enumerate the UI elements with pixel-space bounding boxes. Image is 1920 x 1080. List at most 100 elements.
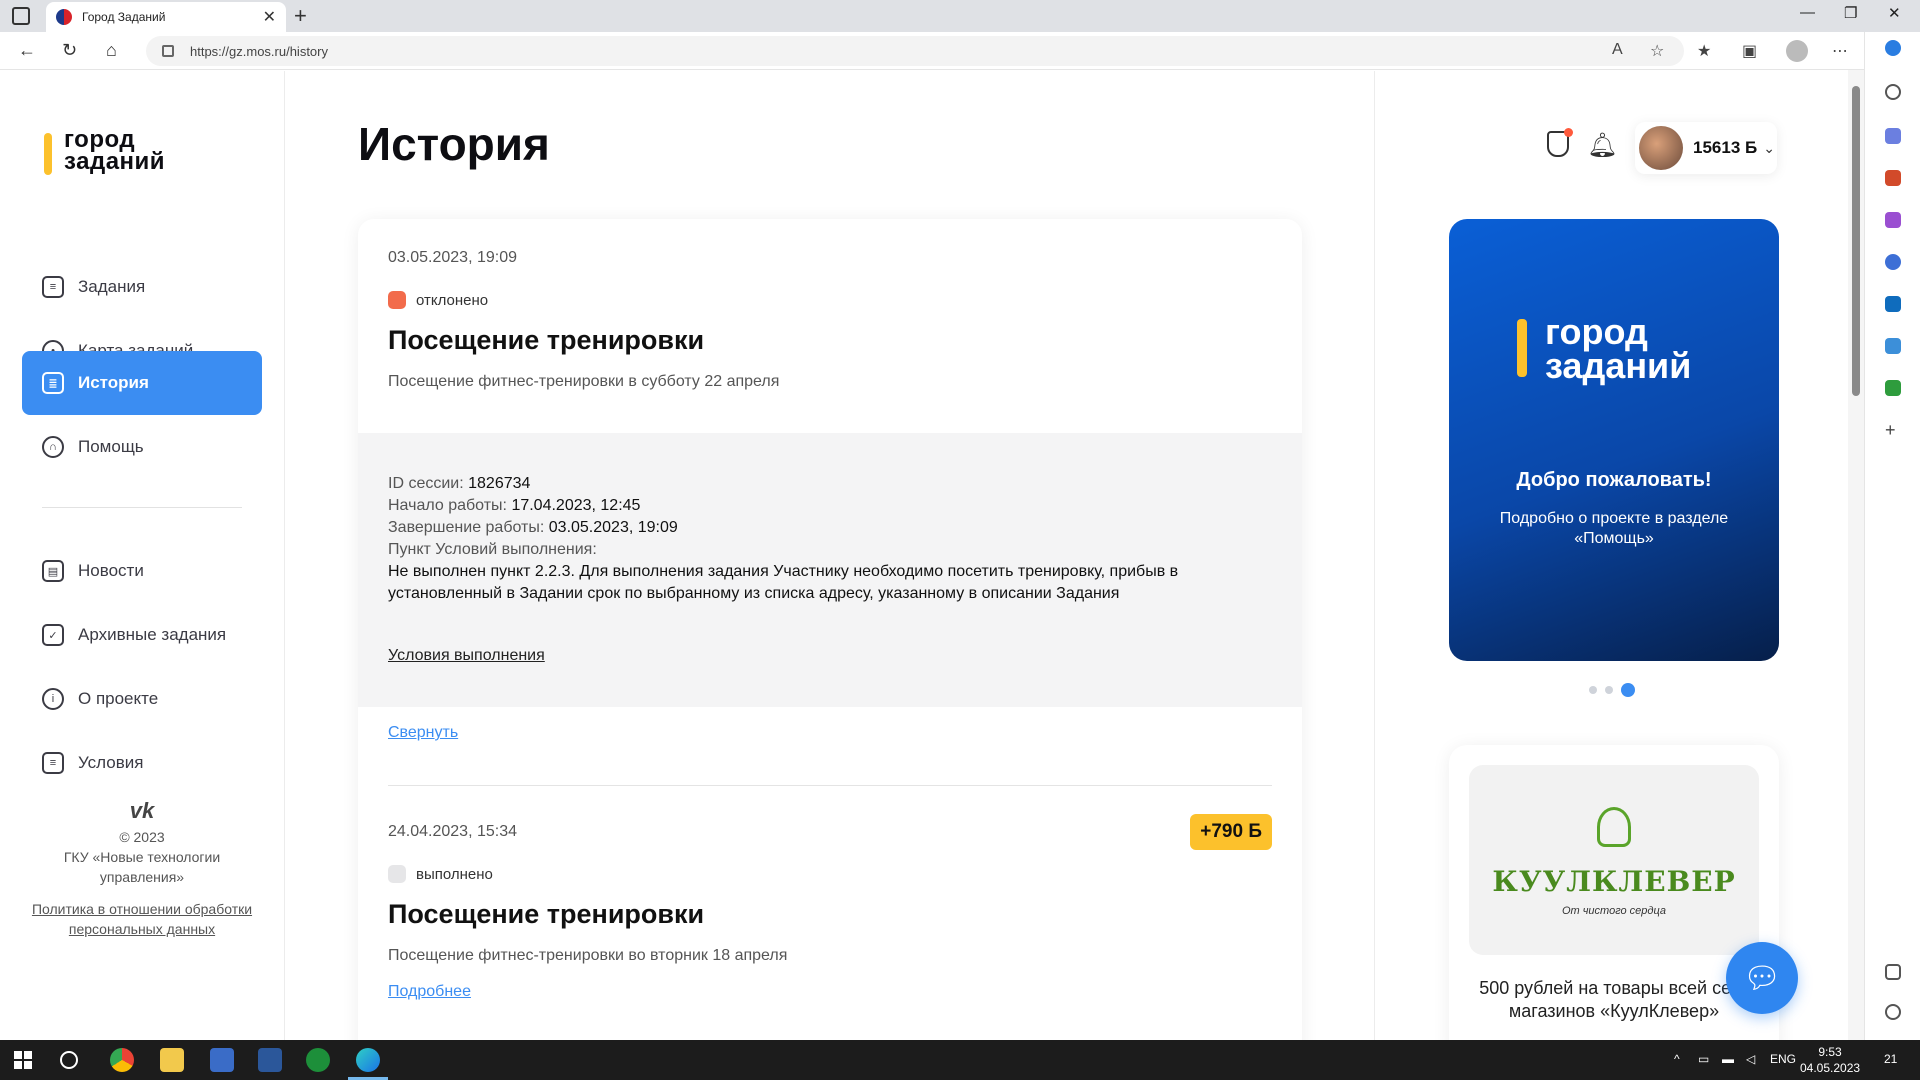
privacy-policy-link[interactable]: Политика в отношении обработки персональ… [22, 899, 262, 939]
chrome-icon[interactable] [110, 1048, 134, 1072]
chat-button[interactable]: 💬︎ [1726, 942, 1798, 1014]
entry-date: 24.04.2023, 15:34 [388, 823, 518, 840]
sidebar-item-help[interactable]: ∩ Помощь [22, 415, 262, 479]
page: город заданий ≡ Задания • Карта заданий … [0, 71, 1848, 1040]
sidebar-item-label: Помощь [78, 437, 144, 456]
favorites-icon[interactable]: ★ [1697, 41, 1711, 61]
sidebar-item-news[interactable]: ▤ Новости [22, 539, 262, 603]
bell-icon[interactable]: 🔔︎ [1587, 131, 1617, 160]
promo-banner[interactable]: город заданий Добро пожаловать! Подробно… [1449, 219, 1779, 661]
sidebar-item-history[interactable]: ≣ История [22, 351, 262, 415]
tree-icon[interactable] [1885, 380, 1901, 396]
browser-tab[interactable]: Город Заданий ✕ [46, 2, 286, 32]
organization: ГКУ «Новые технологии управления» [63, 849, 221, 885]
sidebar-item-terms[interactable]: ≡ Условия [22, 731, 262, 795]
start-label: Начало работы: [388, 497, 507, 514]
lock-icon [162, 45, 174, 57]
site-logo[interactable]: город заданий [44, 128, 165, 175]
collections-icon[interactable]: ▣ [1742, 41, 1757, 61]
collapse-link[interactable]: Свернуть [388, 724, 458, 742]
edge-icon[interactable] [356, 1048, 380, 1072]
logo-bar-icon [44, 133, 52, 175]
profile-menu[interactable]: 15613 Б ⌄ [1635, 122, 1777, 174]
details-text: ID сессии: 1826734 Начало работы: 17.04.… [388, 473, 1268, 605]
copyright: © 2023 [119, 829, 165, 845]
language-indicator[interactable]: ENG [1770, 1052, 1796, 1066]
main-content: История 03.05.2023, 19:09 отклонено Посе… [286, 71, 1374, 1040]
status-badge: отклонено [388, 291, 488, 309]
file-explorer-icon[interactable] [160, 1048, 184, 1072]
telegram-icon[interactable] [1885, 338, 1901, 354]
sidebar-item-tasks[interactable]: ≡ Задания [22, 255, 262, 319]
shopping-icon[interactable] [1885, 128, 1901, 144]
list-icon: ≡ [42, 276, 64, 298]
offer-tagline: От чистого сердца [1561, 905, 1667, 917]
minimize-icon[interactable]: — [1800, 4, 1815, 21]
word-icon[interactable] [258, 1048, 282, 1072]
add-favorite-icon[interactable]: ☆ [1650, 41, 1664, 61]
sidebar-toggle-icon[interactable] [1885, 964, 1901, 980]
sidebar: город заданий ≡ Задания • Карта заданий … [0, 71, 285, 1040]
headset-icon: ∩ [42, 436, 64, 458]
right-panel: 🔔︎ 15613 Б ⌄ город заданий Добро пожалов… [1374, 71, 1848, 1040]
start-icon[interactable] [14, 1051, 32, 1069]
office-icon[interactable] [1885, 254, 1901, 270]
promo-title: Добро пожаловать! [1516, 469, 1712, 491]
clock[interactable]: 9:53 04.05.2023 [1800, 1044, 1860, 1076]
notification-dot [1564, 128, 1573, 137]
entry-description: Посещение фитнес-тренировки в субботу 22… [388, 373, 780, 390]
tray-chevron-icon[interactable]: ^ [1674, 1052, 1680, 1066]
page-scrollbar[interactable] [1848, 70, 1864, 1040]
scroll-thumb[interactable] [1852, 86, 1860, 396]
terms-link[interactable]: Условия выполнения [388, 647, 545, 665]
restore-icon[interactable]: ❐ [1844, 4, 1857, 22]
new-tab-button[interactable]: + [294, 3, 307, 29]
close-window-icon[interactable]: ✕ [1888, 4, 1901, 22]
browser-profile-avatar[interactable] [1786, 40, 1808, 62]
session-value: 1826734 [468, 475, 531, 492]
carousel-dot[interactable] [1589, 686, 1597, 694]
clover-app-icon[interactable] [306, 1048, 330, 1072]
notifications-icon[interactable]: 21 [1884, 1052, 1897, 1066]
network-icon[interactable]: ▬ [1722, 1052, 1734, 1066]
status-text: отклонено [416, 291, 489, 309]
meet-icon[interactable]: ▭ [1698, 1052, 1709, 1066]
sidebar-item-label: Архивные задания [78, 625, 227, 644]
sidebar-item-about[interactable]: i О проекте [22, 667, 262, 731]
back-icon[interactable]: ← [18, 40, 36, 61]
sidebar-item-archive[interactable]: ✓ Архивные задания [22, 603, 262, 667]
more-icon[interactable]: ⋯ [1832, 41, 1848, 61]
entry-title: Посещение тренировки [388, 899, 705, 929]
news-icon: ▤ [42, 560, 64, 582]
tab-actions-icon[interactable] [12, 7, 30, 25]
read-aloud-icon[interactable]: A [1612, 41, 1623, 59]
games-icon[interactable] [1885, 212, 1901, 228]
carousel-dot[interactable] [1605, 686, 1613, 694]
url-input[interactable]: https://gz.mos.ru/history [146, 36, 1684, 66]
more-link[interactable]: Подробнее [388, 983, 471, 1001]
bing-icon[interactable] [1885, 40, 1901, 56]
site-favicon-icon [56, 9, 72, 25]
gear-icon[interactable] [1885, 1004, 1901, 1020]
offer-image: КУУЛКЛЕВЕР От чистого сердца [1469, 765, 1759, 955]
offer-card[interactable]: КУУЛКЛЕВЕР От чистого сердца 500 рублей … [1449, 745, 1779, 1040]
search-icon[interactable] [1885, 84, 1901, 100]
volume-icon[interactable]: ◁ [1746, 1052, 1755, 1066]
sidebar-footer: vk © 2023 ГКУ «Новые технологии управлен… [22, 800, 262, 939]
close-tab-icon[interactable]: ✕ [263, 7, 276, 27]
add-icon[interactable]: + [1885, 421, 1901, 439]
carousel-dot-active[interactable] [1621, 683, 1635, 697]
home-icon[interactable]: ⌂ [106, 40, 117, 61]
app-icon[interactable] [210, 1048, 234, 1072]
history-list: 03.05.2023, 19:09 отклонено Посещение тр… [358, 219, 1302, 1040]
sidebar-divider [42, 507, 242, 508]
sidebar-item-label: Условия [78, 753, 144, 772]
session-label: ID сессии: [388, 475, 464, 492]
search-icon[interactable] [60, 1051, 78, 1069]
outlook-icon[interactable] [1885, 296, 1901, 312]
sidebar-item-label: О проекте [78, 689, 159, 708]
reload-icon[interactable]: ↻ [62, 40, 77, 61]
points-badge: +790 Б [1190, 814, 1272, 850]
tools-icon[interactable] [1885, 170, 1901, 186]
vk-icon[interactable]: vk [22, 800, 262, 822]
